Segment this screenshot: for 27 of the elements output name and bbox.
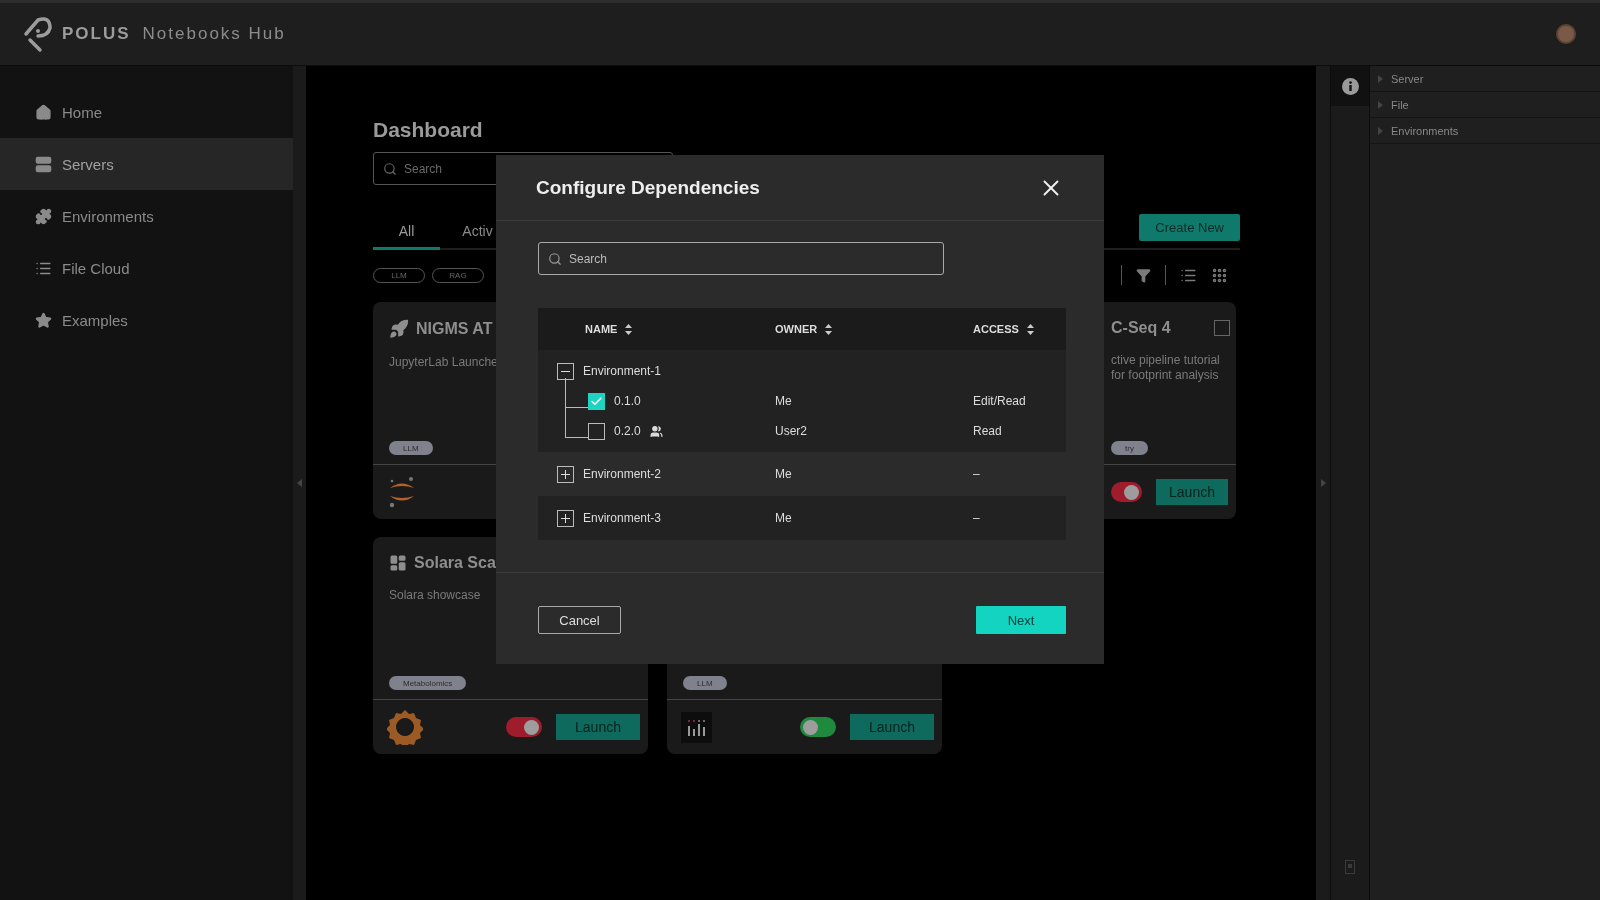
- card-tag: LLM: [683, 676, 727, 690]
- table-cell-text: Read: [973, 424, 1003, 438]
- table-cell-text: –: [973, 511, 981, 525]
- table-cell-text: User2: [775, 424, 808, 438]
- card-title: C-Seq 4: [1111, 319, 1171, 337]
- dialog-title: Configure Dependencies: [536, 176, 760, 199]
- card-tag: LLM: [389, 441, 433, 455]
- table-cell-text: –: [973, 467, 981, 481]
- page-title: Dashboard: [373, 118, 484, 142]
- table-cell-text: Edit/Read: [973, 394, 1027, 408]
- table-cell-text: Me: [775, 467, 793, 481]
- card-tag: Metabolomics: [389, 676, 467, 690]
- card-description: JupyterLab Launche: [389, 355, 499, 370]
- card-description: Solara showcase: [389, 588, 482, 603]
- table-cell: 0.2.0: [614, 424, 641, 438]
- card-description: ctive pipeline tutorial for footprint analysis: [1111, 353, 1221, 383]
- table-cell: Environment-3: [583, 511, 662, 525]
- card-tag: try: [1111, 441, 1148, 455]
- table-cell: 0.1.0: [614, 394, 641, 408]
- product-name: Notebooks Hub: [142, 24, 286, 44]
- table-cell: Environment-1: [583, 364, 662, 378]
- table-cell-text: Me: [775, 394, 793, 408]
- table-cell-text: Me: [775, 511, 793, 525]
- brand-name: POLUS: [62, 24, 131, 44]
- table-cell: Environment-2: [583, 467, 662, 481]
- card-title: Solara Sca: [414, 554, 496, 572]
- card-title: NIGMS AT: [416, 320, 493, 338]
